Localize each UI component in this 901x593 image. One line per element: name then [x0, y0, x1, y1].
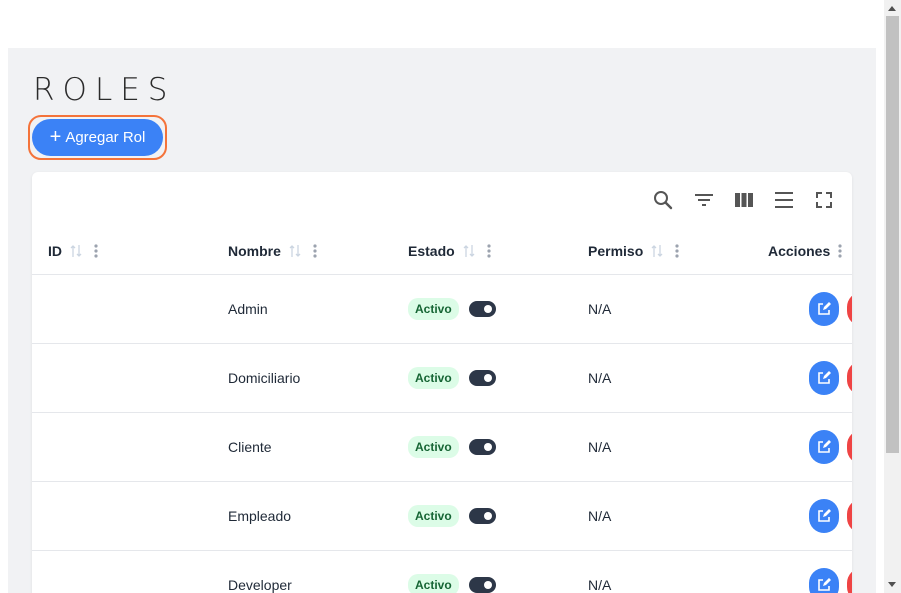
- content-panel: ROLES + Agregar Rol ID Nombre Estado Per…: [8, 48, 876, 593]
- toggle-knob: [483, 305, 492, 313]
- add-role-button-focus-ring: + Agregar Rol: [28, 115, 167, 160]
- status-badge: Activo: [408, 367, 459, 389]
- delete-button[interactable]: [847, 568, 852, 593]
- scroll-up-icon[interactable]: [888, 6, 896, 11]
- sort-icon[interactable]: [651, 243, 663, 259]
- fullscreen-icon[interactable]: [812, 188, 836, 212]
- vertical-scrollbar[interactable]: [884, 0, 901, 593]
- cell-status: Activo: [408, 275, 496, 343]
- status-badge: Activo: [408, 298, 459, 320]
- sort-icon[interactable]: [289, 243, 301, 259]
- toggle-knob: [483, 443, 492, 451]
- table-row: Domiciliario Activo N/A: [32, 344, 852, 413]
- delete-button[interactable]: [847, 361, 852, 395]
- column-menu-icon[interactable]: [94, 243, 98, 259]
- status-badge: Activo: [408, 505, 459, 527]
- sort-icon[interactable]: [463, 243, 475, 259]
- edit-button[interactable]: [809, 499, 839, 533]
- table-header: ID Nombre Estado Permiso Acciones: [32, 228, 852, 275]
- cell-permission: N/A: [588, 301, 612, 317]
- plus-icon: +: [49, 125, 62, 148]
- edit-icon: [818, 578, 831, 591]
- column-menu-icon[interactable]: [487, 243, 491, 259]
- table-row: Empleado Activo N/A: [32, 482, 852, 551]
- toggle-knob: [483, 512, 492, 520]
- scroll-thumb[interactable]: [886, 16, 899, 453]
- add-role-label: Agregar Rol: [65, 129, 146, 146]
- column-header-actions: Acciones: [768, 228, 842, 274]
- cell-permission: N/A: [588, 508, 612, 524]
- edit-icon: [818, 302, 831, 315]
- toggle-knob: [483, 581, 492, 589]
- cell-name: Cliente: [228, 439, 272, 455]
- status-toggle[interactable]: [468, 439, 496, 455]
- status-toggle[interactable]: [468, 508, 496, 524]
- status-toggle[interactable]: [468, 301, 496, 317]
- delete-button[interactable]: [847, 430, 852, 464]
- density-icon[interactable]: [772, 188, 796, 212]
- column-header-status[interactable]: Estado: [408, 228, 491, 274]
- cell-permission: N/A: [588, 370, 612, 386]
- delete-button[interactable]: [847, 292, 852, 326]
- column-header-id[interactable]: ID: [48, 228, 98, 274]
- scroll-down-icon[interactable]: [888, 582, 896, 587]
- status-toggle[interactable]: [468, 370, 496, 386]
- columns-icon[interactable]: [732, 188, 756, 212]
- edit-icon: [818, 440, 831, 453]
- edit-button[interactable]: [809, 430, 839, 464]
- roles-table-card: ID Nombre Estado Permiso Acciones Admin …: [32, 172, 852, 593]
- search-icon[interactable]: [651, 188, 675, 212]
- cell-name: Empleado: [228, 508, 292, 524]
- edit-icon: [818, 509, 831, 522]
- cell-permission: N/A: [588, 577, 612, 593]
- cell-name: Admin: [228, 301, 268, 317]
- table-row: Developer Activo N/A: [32, 551, 852, 593]
- edit-button[interactable]: [809, 292, 839, 326]
- edit-button[interactable]: [809, 361, 839, 395]
- cell-permission: N/A: [588, 439, 612, 455]
- status-badge: Activo: [408, 574, 459, 593]
- delete-button[interactable]: [847, 499, 852, 533]
- edit-icon: [818, 371, 831, 384]
- toggle-knob: [483, 374, 492, 382]
- column-menu-icon[interactable]: [675, 243, 679, 259]
- column-header-permission[interactable]: Permiso: [588, 228, 679, 274]
- column-menu-icon[interactable]: [313, 243, 317, 259]
- edit-button[interactable]: [809, 568, 839, 593]
- add-role-button[interactable]: + Agregar Rol: [32, 119, 163, 156]
- table-row: Admin Activo N/A: [32, 275, 852, 344]
- cell-status: Activo: [408, 413, 496, 481]
- status-badge: Activo: [408, 436, 459, 458]
- table-row: Cliente Activo N/A: [32, 413, 852, 482]
- cell-status: Activo: [408, 482, 496, 550]
- cell-status: Activo: [408, 344, 496, 412]
- cell-name: Developer: [228, 577, 292, 593]
- sort-icon[interactable]: [70, 243, 82, 259]
- cell-status: Activo: [408, 551, 496, 593]
- cell-name: Domiciliario: [228, 370, 301, 386]
- status-toggle[interactable]: [468, 577, 496, 593]
- filter-icon[interactable]: [692, 188, 716, 212]
- column-menu-icon[interactable]: [838, 243, 842, 259]
- column-header-name[interactable]: Nombre: [228, 228, 317, 274]
- page-title: ROLES: [33, 72, 176, 108]
